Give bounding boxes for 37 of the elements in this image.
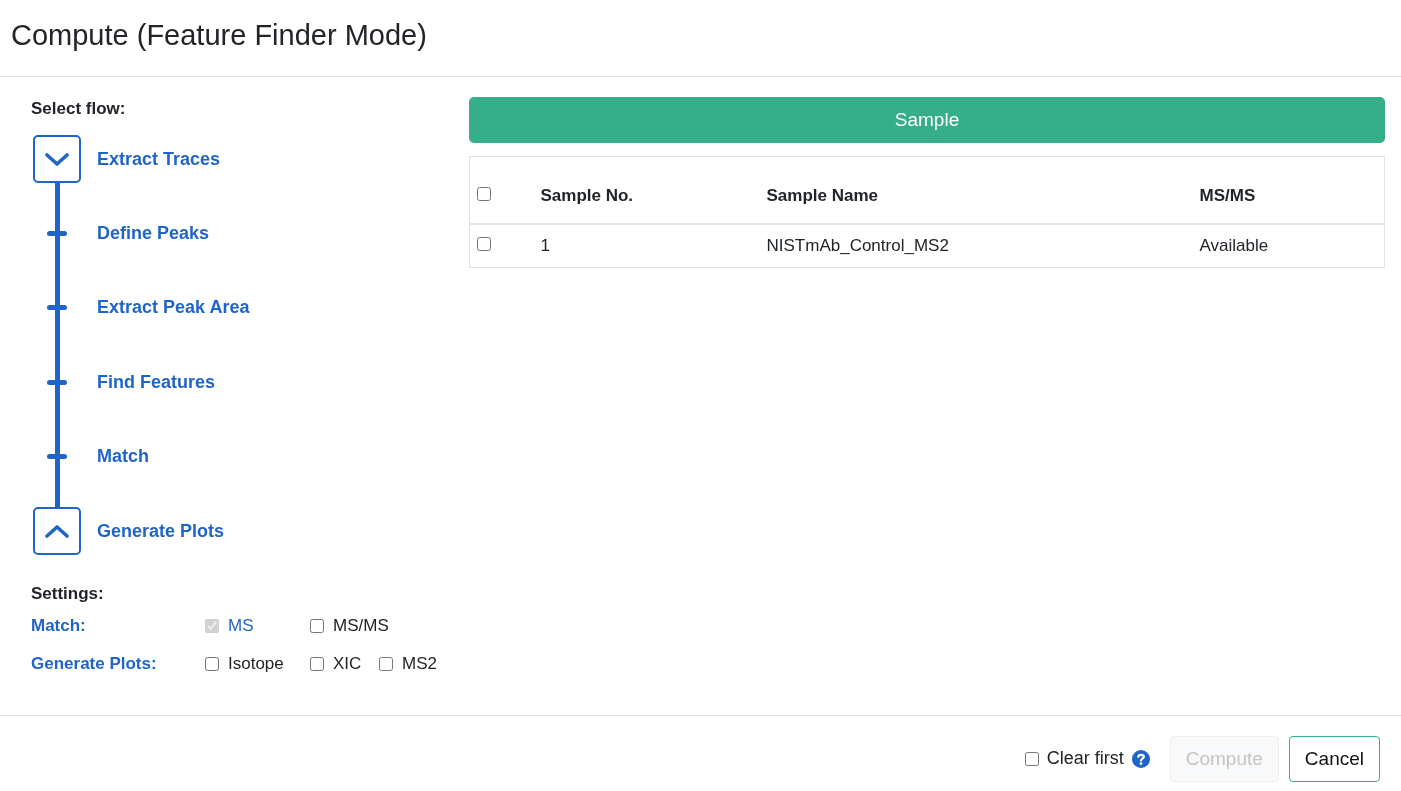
- column-header: Sample Name: [766, 186, 878, 205]
- flow-heading: Select flow:: [31, 98, 127, 120]
- help-icon[interactable]: [1131, 749, 1150, 768]
- checkbox[interactable]: [1024, 751, 1039, 766]
- dialog-title: Compute (Feature Finder Mode): [11, 18, 427, 52]
- column-header: MS/MS: [1199, 186, 1256, 205]
- checkbox[interactable]: [379, 657, 393, 672]
- flow-step-link[interactable]: Define Peaks: [97, 223, 210, 245]
- checkbox[interactable]: [310, 657, 324, 672]
- option-label: MS: [228, 616, 254, 637]
- chevron-up-icon: [45, 524, 69, 538]
- option-label: XIC: [333, 654, 362, 675]
- option-label: MS/MS: [333, 616, 389, 637]
- flow-step-link[interactable]: Find Features: [97, 371, 216, 393]
- select-all-checkbox[interactable]: [477, 187, 491, 201]
- table-cell: NISTmAb_Control_MS2: [766, 236, 949, 255]
- flow-step-link[interactable]: Match: [97, 446, 149, 468]
- clear-first-label: Clear first: [1046, 748, 1124, 769]
- option-label: MS2: [402, 654, 437, 675]
- settings-heading: Settings:: [31, 583, 105, 606]
- row-checkbox[interactable]: [477, 237, 491, 251]
- chevron-down-icon: [45, 152, 69, 166]
- option-label: Isotope: [228, 654, 284, 675]
- setting-label: Generate Plots:: [31, 654, 158, 675]
- column-header: Sample No.: [540, 186, 634, 205]
- collapse-button[interactable]: [33, 507, 81, 556]
- sample-panel-header: Sample: [469, 97, 1385, 143]
- flow-step-link[interactable]: Generate Plots: [97, 520, 225, 542]
- table-cell: 1: [540, 236, 550, 255]
- dialog-button[interactable]: Cancel: [1288, 736, 1380, 782]
- table-cell: Available: [1199, 236, 1269, 255]
- setting-label: Match:: [31, 616, 87, 637]
- checkbox[interactable]: [310, 619, 324, 634]
- checkbox[interactable]: [205, 657, 219, 672]
- flow-step-link[interactable]: Extract Peak Area: [97, 297, 250, 319]
- expand-button[interactable]: [33, 135, 81, 184]
- flow-step-link[interactable]: Extract Traces: [97, 148, 221, 170]
